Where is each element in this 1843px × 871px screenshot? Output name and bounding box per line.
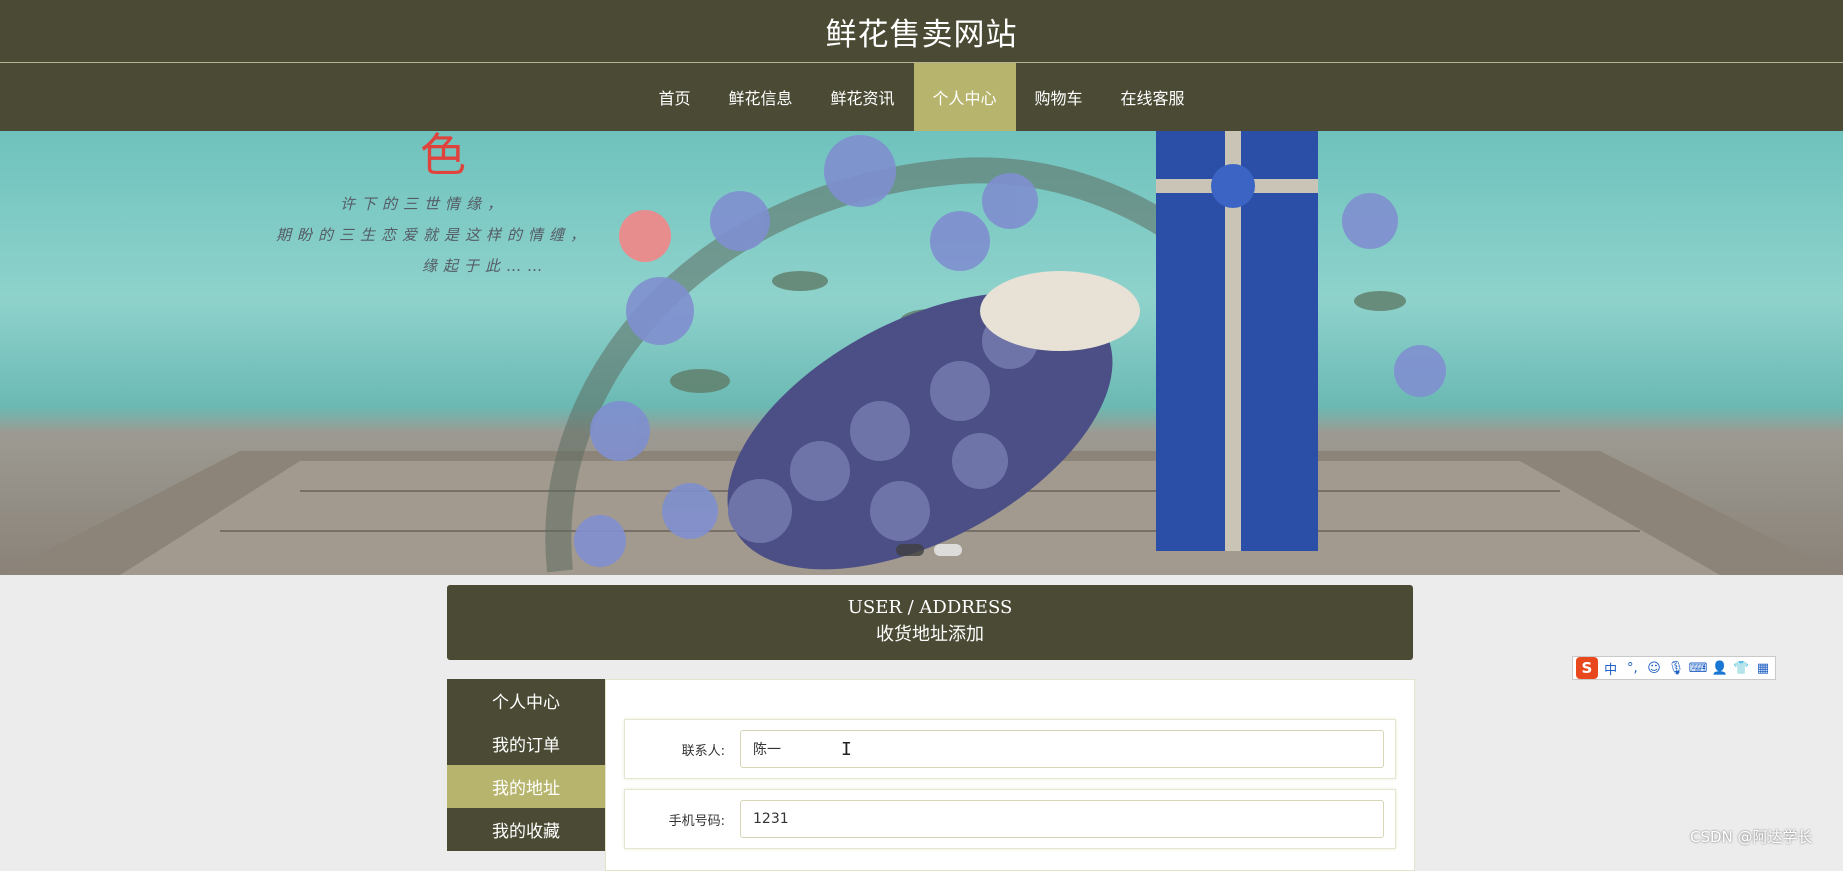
- address-form-panel: 联系人: I 手机号码:: [605, 679, 1415, 871]
- nav-item-customer-service[interactable]: 在线客服: [1102, 63, 1204, 131]
- user-icon[interactable]: 👤: [1711, 661, 1729, 676]
- nav-item-cart[interactable]: 购物车: [1016, 63, 1102, 131]
- nav-item-user-center[interactable]: 个人中心: [913, 63, 1016, 131]
- site-title: 鲜花售卖网站: [825, 16, 1018, 53]
- phone-label: 手机号码:: [668, 813, 725, 829]
- banner-title-fragment: 色: [420, 131, 466, 185]
- phone-row: 手机号码:: [624, 789, 1396, 849]
- phone-input[interactable]: [740, 800, 1384, 838]
- banner-poem-line-2: 期盼的三生恋爱就是这样的情缠，: [276, 226, 592, 244]
- side-item-user-center[interactable]: 个人中心: [447, 679, 605, 722]
- section-title-cn: 收货地址添加: [876, 624, 984, 645]
- contact-row: 联系人: I: [624, 719, 1396, 779]
- section-title-en: USER / ADDRESS: [847, 597, 1013, 618]
- contact-input[interactable]: [740, 730, 1384, 768]
- carousel-dot-1[interactable]: [896, 544, 924, 556]
- banner-poem-line-3: 缘起于此……: [422, 257, 549, 275]
- text-cursor-icon: I: [841, 739, 852, 760]
- shirt-icon[interactable]: 👕: [1732, 661, 1750, 676]
- ime-toolbar: S 中 °, ☺ 🎙 ⌨ 👤 👕 ▦: [1572, 656, 1776, 680]
- emoji-icon[interactable]: ☺: [1645, 661, 1663, 676]
- banner-carousel[interactable]: 色 许下的三世情缘， 期盼的三生恋爱就是这样的情缠， 缘起于此……: [0, 131, 1843, 575]
- side-item-my-address[interactable]: 我的地址: [447, 765, 605, 808]
- contact-label: 联系人:: [681, 743, 725, 759]
- keyboard-icon[interactable]: ⌨: [1689, 661, 1708, 676]
- nav-item-home[interactable]: 首页: [639, 63, 709, 131]
- main-nav: 首页 鲜花信息 鲜花资讯 个人中心 购物车 在线客服: [0, 63, 1843, 131]
- side-item-my-orders[interactable]: 我的订单: [447, 722, 605, 765]
- side-item-my-favorites[interactable]: 我的收藏: [447, 808, 605, 851]
- banner-image: [0, 131, 1843, 575]
- side-menu: 个人中心 我的订单 我的地址 我的收藏: [447, 679, 605, 851]
- microphone-icon[interactable]: 🎙: [1667, 661, 1685, 676]
- site-header: 鲜花售卖网站: [0, 0, 1843, 63]
- sogou-logo-icon[interactable]: S: [1576, 657, 1598, 679]
- punctuation-icon[interactable]: °,: [1623, 661, 1641, 676]
- section-heading: USER / ADDRESS 收货地址添加: [447, 585, 1413, 660]
- grid-icon[interactable]: ▦: [1754, 661, 1772, 676]
- banner-poem-line-1: 许下的三世情缘，: [340, 195, 509, 213]
- ime-mode-toggle[interactable]: 中: [1602, 659, 1620, 678]
- nav-item-flower-news[interactable]: 鲜花资讯: [811, 63, 913, 131]
- watermark: CSDN @阿达学长: [1690, 828, 1813, 846]
- banner-title-char: 色: [420, 131, 466, 182]
- carousel-dot-2[interactable]: [934, 544, 962, 556]
- nav-item-flower-info[interactable]: 鲜花信息: [709, 63, 811, 131]
